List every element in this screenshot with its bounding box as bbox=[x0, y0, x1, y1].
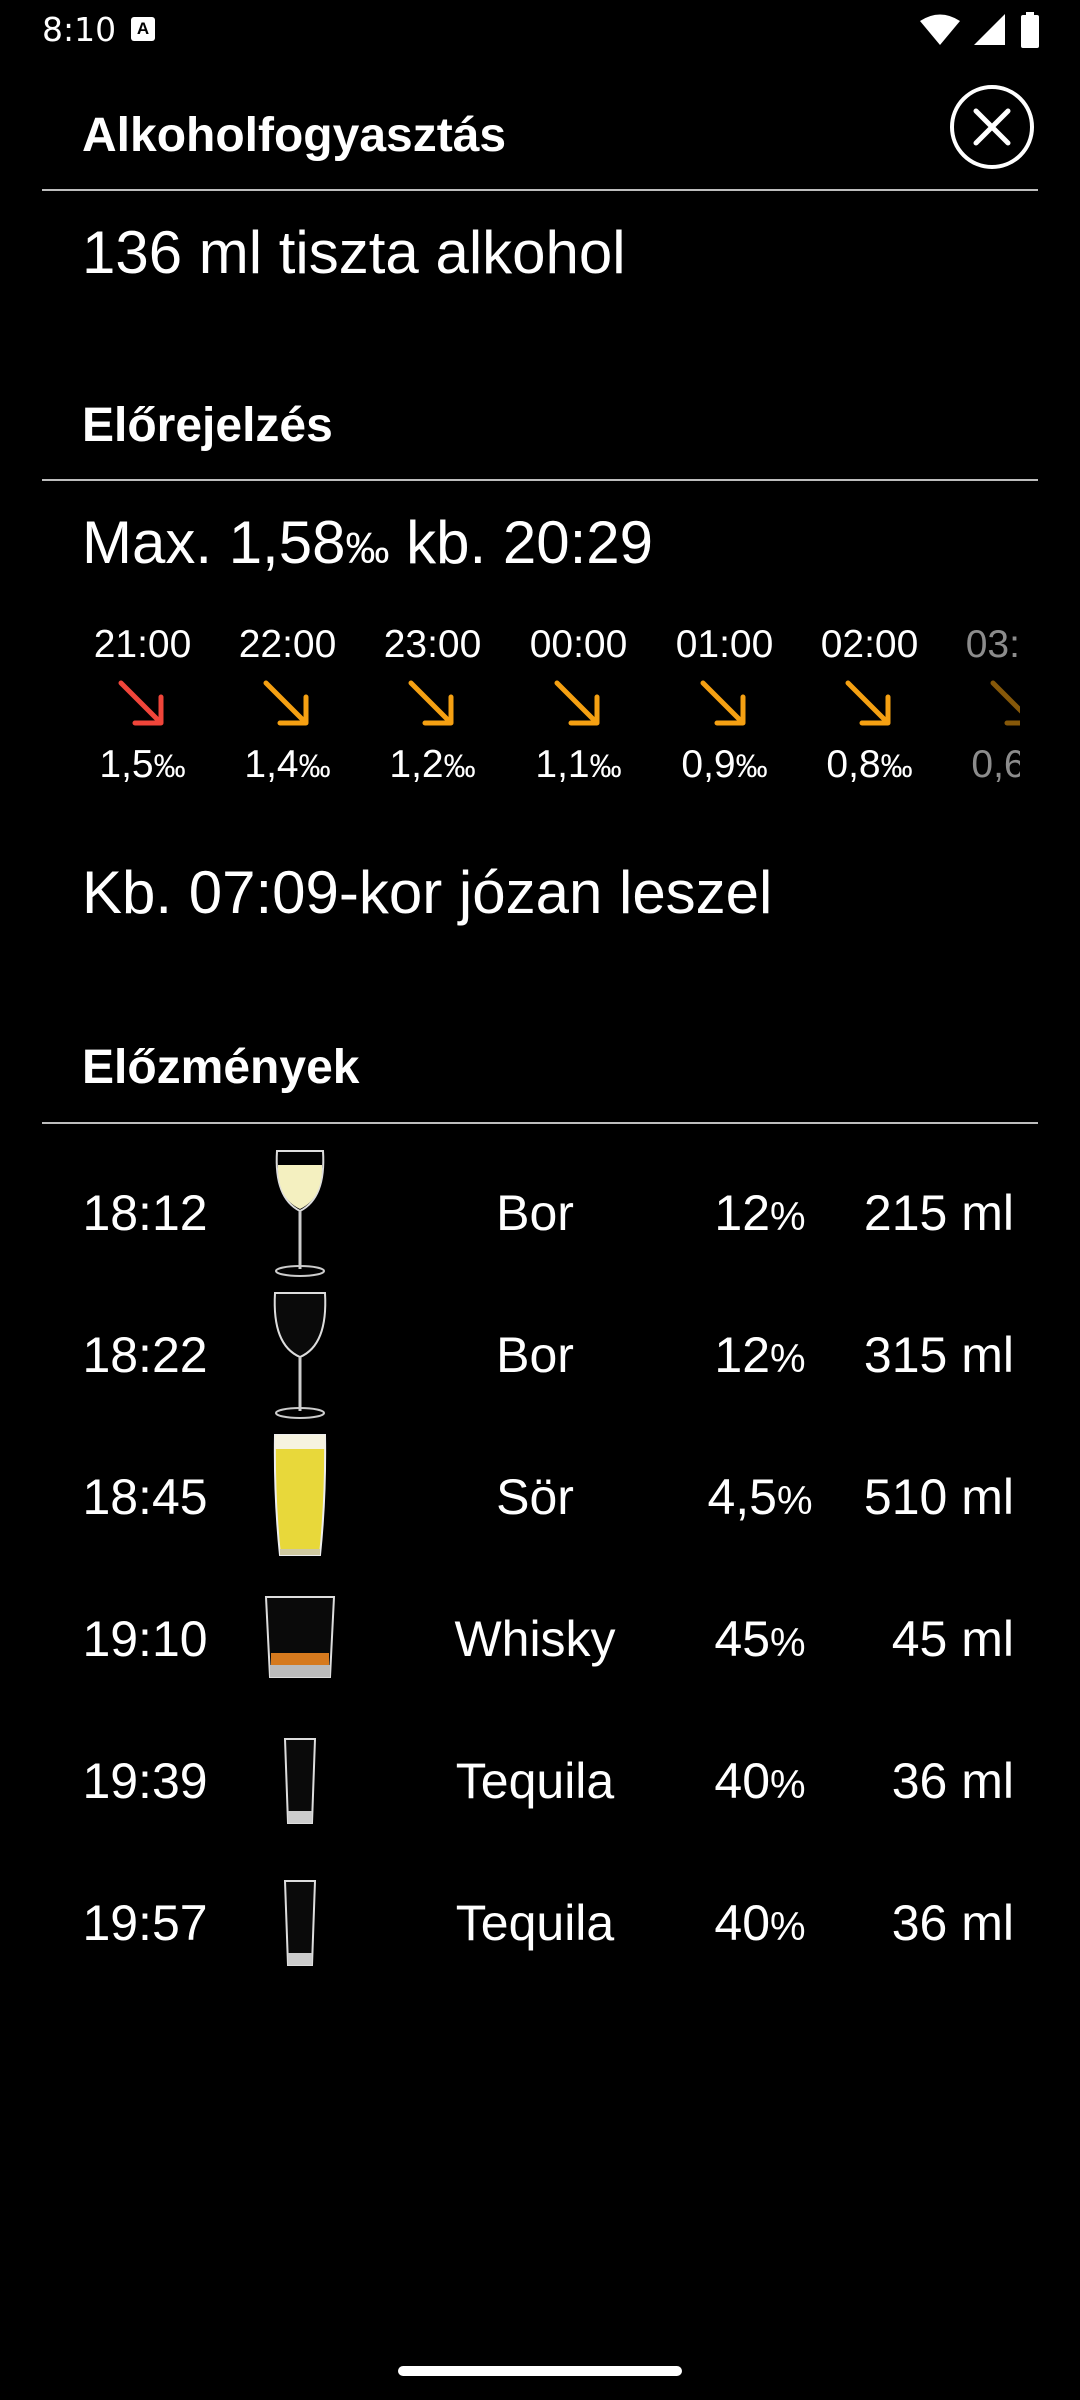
status-icons bbox=[920, 12, 1040, 48]
forecast-hour: 01:00 0,9‰ bbox=[652, 620, 797, 791]
forecast-hourly-list[interactable]: 21:00 1,5‰ 22:00 1,4‰ 23:00 1,2‰ 00:00 1… bbox=[70, 620, 1020, 810]
forecast-hour: 21:00 1,5‰ bbox=[70, 620, 215, 791]
forecast-title: Előrejelzés bbox=[82, 399, 333, 452]
signal-icon bbox=[974, 14, 1005, 45]
forecast-hour-time: 22:00 bbox=[238, 623, 337, 666]
history-drink-name: Sör bbox=[496, 1469, 574, 1525]
white-wine-glass-icon bbox=[250, 1143, 350, 1283]
forecast-hour-value: 0,8‰ bbox=[826, 743, 913, 786]
forecast-max-unit: ‰ bbox=[345, 524, 390, 573]
forecast-hour: 23:00 1,2‰ bbox=[360, 620, 505, 791]
history-drink-name: Bor bbox=[496, 1327, 574, 1383]
status-bar: 8:10 A bbox=[0, 0, 1080, 62]
shot-glass-icon bbox=[250, 1711, 350, 1851]
battery-icon bbox=[1021, 12, 1039, 48]
forecast-hour-time: 03:00 bbox=[965, 623, 1020, 666]
beer-glass-icon bbox=[250, 1427, 350, 1567]
forecast-divider bbox=[42, 479, 1038, 481]
close-icon bbox=[973, 108, 1011, 146]
forecast-hour: 22:00 1,4‰ bbox=[215, 620, 360, 791]
shot-glass-icon bbox=[250, 1853, 350, 1993]
forecast-max: Max. 1,58‰ kb. 20:29 bbox=[82, 508, 653, 577]
history-time: 19:39 bbox=[82, 1753, 208, 1809]
forecast-hour-time: 00:00 bbox=[529, 623, 628, 666]
header-divider bbox=[42, 189, 1038, 191]
history-volume: 315 ml bbox=[863, 1327, 1014, 1383]
forecast-max-time: kb. 20:29 bbox=[389, 509, 653, 576]
forecast-hour-value: 1,2‰ bbox=[389, 743, 476, 786]
history-volume: 510 ml bbox=[863, 1469, 1014, 1525]
trend-down-icon bbox=[408, 680, 453, 726]
trend-down-icon bbox=[990, 680, 1020, 726]
history-row[interactable]: 18:45 Sör 4,5% 510 ml bbox=[0, 1427, 1080, 1567]
history-time: 18:45 bbox=[82, 1469, 208, 1525]
status-time: 8:10 bbox=[42, 10, 117, 49]
trend-down-icon bbox=[554, 680, 599, 726]
forecast-hour-time: 23:00 bbox=[383, 623, 482, 666]
forecast-hour-time: 21:00 bbox=[93, 623, 192, 666]
forecast-hour-value: 0,6‰ bbox=[971, 743, 1020, 786]
forecast-hour-value: 1,4‰ bbox=[244, 743, 331, 786]
whisky-glass-icon bbox=[250, 1569, 350, 1709]
history-row[interactable]: 19:39 Tequila 40% 36 ml bbox=[0, 1711, 1080, 1851]
history-divider bbox=[42, 1122, 1038, 1124]
history-time: 18:12 bbox=[82, 1185, 208, 1241]
forecast-hour-time: 02:00 bbox=[820, 623, 919, 666]
forecast-hour-time: 01:00 bbox=[675, 623, 774, 666]
history-drink-name: Whisky bbox=[454, 1611, 616, 1667]
pure-alcohol-total: 136 ml tiszta alkohol bbox=[82, 219, 626, 286]
history-row[interactable]: 19:57 Tequila 40% 36 ml bbox=[0, 1853, 1080, 1993]
home-gesture-bar[interactable] bbox=[398, 2366, 682, 2376]
history-volume: 36 ml bbox=[891, 1753, 1014, 1809]
history-time: 19:10 bbox=[82, 1611, 208, 1667]
trend-down-icon bbox=[118, 680, 163, 726]
trend-down-icon bbox=[263, 680, 308, 726]
history-drink-name: Bor bbox=[496, 1185, 574, 1241]
forecast-hour-value: 1,5‰ bbox=[99, 743, 186, 786]
history-drink-name: Tequila bbox=[455, 1753, 615, 1809]
sober-time-text: Kb. 07:09-kor józan leszel bbox=[82, 859, 773, 926]
history-row[interactable]: 18:22 Bor 12% 315 ml bbox=[0, 1285, 1080, 1425]
history-row[interactable]: 18:12 Bor 12% 215 ml bbox=[0, 1143, 1080, 1283]
page-title: Alkoholfogyasztás bbox=[82, 109, 507, 162]
forecast-hour: 02:00 0,8‰ bbox=[797, 620, 942, 791]
history-volume: 36 ml bbox=[891, 1895, 1014, 1951]
history-volume: 215 ml bbox=[863, 1185, 1014, 1241]
history-row[interactable]: 19:10 Whisky 45% 45 ml bbox=[0, 1569, 1080, 1709]
history-volume: 45 ml bbox=[891, 1611, 1014, 1667]
close-button[interactable] bbox=[950, 85, 1034, 169]
red-wine-glass-icon bbox=[250, 1285, 350, 1425]
notification-icon: A bbox=[131, 17, 155, 41]
forecast-hour: 00:00 1,1‰ bbox=[506, 620, 651, 791]
forecast-max-value: Max. 1,58 bbox=[82, 509, 346, 576]
wifi-icon bbox=[920, 14, 960, 45]
history-time: 18:22 bbox=[82, 1327, 208, 1383]
history-drink-name: Tequila bbox=[455, 1895, 615, 1951]
history-time: 19:57 bbox=[82, 1895, 208, 1951]
trend-down-icon bbox=[700, 680, 745, 726]
forecast-hour-value: 1,1‰ bbox=[535, 743, 622, 786]
forecast-hour-value: 0,9‰ bbox=[681, 743, 768, 786]
trend-down-icon bbox=[845, 680, 890, 726]
history-title: Előzmények bbox=[82, 1041, 360, 1094]
forecast-hour: 03:00 0,6‰ bbox=[942, 620, 1020, 791]
